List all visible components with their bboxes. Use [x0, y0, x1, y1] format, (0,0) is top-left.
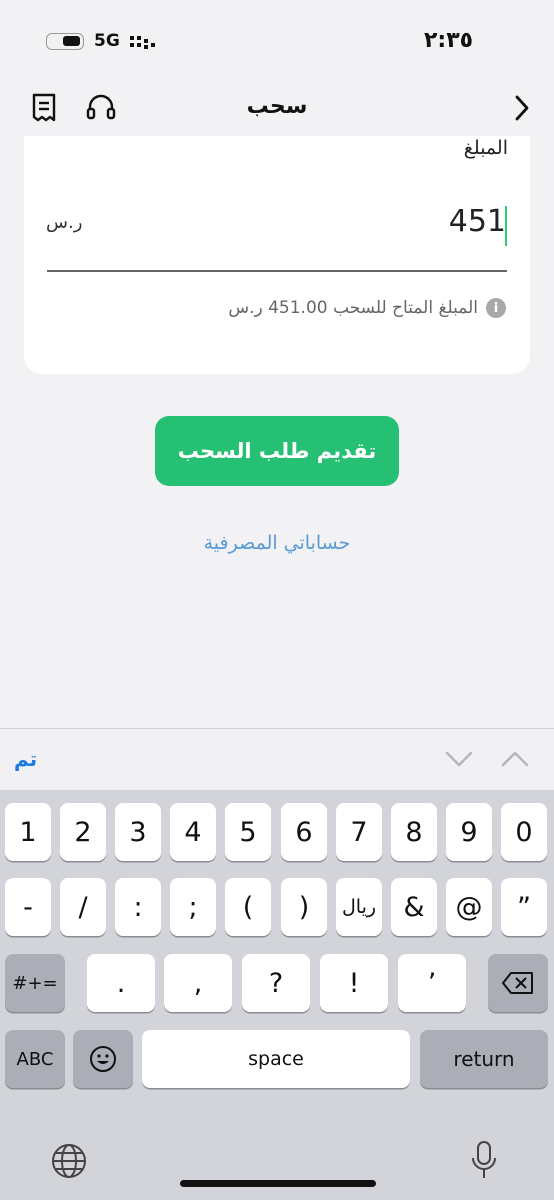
key-abc[interactable]: ABC — [5, 1030, 65, 1088]
key-apostrophe[interactable]: ’ — [398, 954, 466, 1012]
key-at[interactable]: @ — [446, 878, 492, 936]
submit-withdraw-button[interactable]: تقديم طلب السحب — [155, 416, 399, 486]
key-colon[interactable]: : — [115, 878, 161, 936]
key-9[interactable]: 9 — [446, 803, 492, 861]
key-3[interactable]: 3 — [115, 803, 161, 861]
info-icon: i — [486, 298, 506, 318]
key-4[interactable]: 4 — [170, 803, 216, 861]
key-semicolon[interactable]: ; — [170, 878, 216, 936]
key-period[interactable]: . — [87, 954, 155, 1012]
key-2[interactable]: 2 — [60, 803, 106, 861]
key-exclamation[interactable]: ! — [320, 954, 388, 1012]
key-hyphen[interactable]: - — [5, 878, 51, 936]
return-key[interactable]: return — [420, 1030, 548, 1088]
input-underline — [47, 270, 507, 272]
page-title: سحب — [246, 94, 308, 119]
network-type: 5G — [94, 31, 120, 51]
backspace-key[interactable] — [488, 954, 548, 1012]
key-6[interactable]: 6 — [281, 803, 327, 861]
key-question[interactable]: ? — [242, 954, 310, 1012]
nav-bar: سحب — [0, 80, 554, 136]
emoji-key[interactable] — [73, 1030, 133, 1088]
currency-label: ر.س — [46, 212, 83, 233]
key-0[interactable]: 0 — [501, 803, 547, 861]
chevron-up-icon[interactable] — [500, 747, 530, 771]
microphone-icon[interactable] — [468, 1140, 500, 1182]
chevron-right-icon[interactable] — [506, 92, 538, 124]
done-button[interactable]: تم — [14, 747, 37, 771]
available-text: المبلغ المتاح للسحب 451.00 ر.س — [228, 298, 478, 318]
globe-icon[interactable] — [50, 1142, 88, 1180]
key-ampersand[interactable]: & — [391, 878, 437, 936]
key-comma[interactable]: , — [164, 954, 232, 1012]
status-time: ٢:٣٥ — [424, 28, 474, 53]
chevron-down-icon[interactable] — [444, 747, 474, 771]
amount-input[interactable]: 451 — [449, 204, 506, 239]
emoji-icon — [90, 1046, 116, 1072]
keyboard: 1 2 3 4 5 6 7 8 9 0 - / : ; ( ) ريال & @… — [0, 790, 554, 1200]
key-quote[interactable]: ” — [501, 878, 547, 936]
key-7[interactable]: 7 — [336, 803, 382, 861]
text-caret — [505, 206, 507, 246]
withdraw-card — [24, 136, 530, 374]
available-balance: i المبلغ المتاح للسحب 451.00 ر.س — [228, 298, 506, 318]
home-indicator — [180, 1180, 376, 1187]
battery-icon — [46, 33, 84, 50]
key-slash[interactable]: / — [60, 878, 106, 936]
key-open-paren[interactable]: ( — [225, 878, 271, 936]
key-close-paren[interactable]: ) — [281, 878, 327, 936]
keyboard-toolbar: تم — [0, 728, 554, 791]
space-key[interactable]: space — [142, 1030, 410, 1088]
bank-accounts-link[interactable]: حساباتي المصرفية — [0, 532, 554, 554]
key-symbols[interactable]: #+= — [5, 954, 65, 1012]
key-1[interactable]: 1 — [5, 803, 51, 861]
amount-label: المبلغ — [463, 137, 508, 159]
backspace-icon — [502, 972, 533, 994]
key-5[interactable]: 5 — [225, 803, 271, 861]
status-bar: 5G ٢:٣٥ — [0, 0, 554, 80]
key-riyal[interactable]: ريال — [336, 878, 382, 936]
key-8[interactable]: 8 — [391, 803, 437, 861]
signal-icon — [130, 36, 155, 49]
